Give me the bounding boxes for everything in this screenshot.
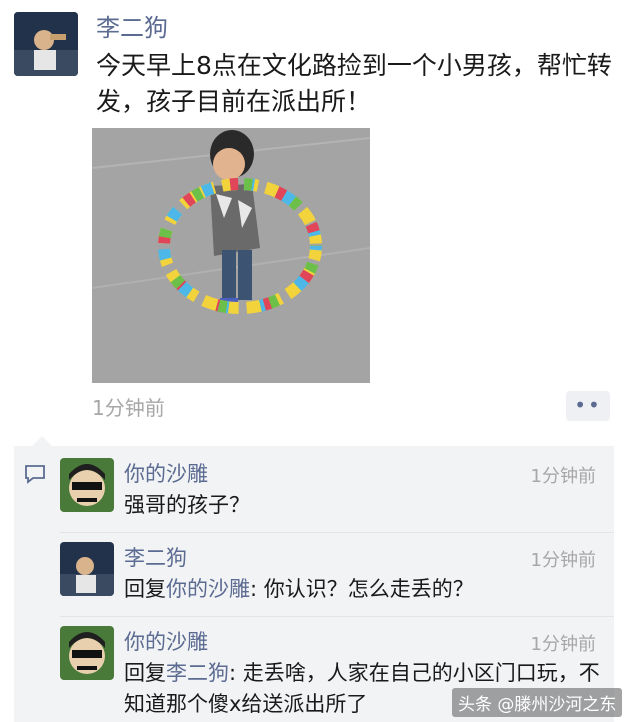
reply-body: : 你认识？怎么走丢的？ — [250, 577, 474, 601]
comment-author[interactable]: 你的沙雕 — [124, 458, 208, 488]
reply-to-name[interactable]: 你的沙雕 — [166, 577, 250, 601]
comment-avatar[interactable] — [60, 542, 114, 596]
comment-divider — [60, 616, 614, 617]
comments-panel: 你的沙雕 1分钟前 强哥的孩子？ 李二狗 1分钟前 回复你的沙雕: 你认识？怎么… — [14, 436, 614, 722]
reply-prefix: 回复 — [124, 577, 166, 601]
comment-author[interactable]: 李二狗 — [124, 542, 187, 572]
post-time: 1分钟前 — [92, 396, 165, 420]
comment-time: 1分钟前 — [530, 466, 596, 487]
comment-avatar[interactable] — [60, 626, 114, 680]
comment-time: 1分钟前 — [530, 550, 596, 571]
comment-time: 1分钟前 — [530, 634, 596, 655]
comment-author[interactable]: 你的沙雕 — [124, 626, 208, 656]
reply-prefix: 回复 — [124, 661, 166, 685]
comment-divider — [60, 532, 614, 533]
post-photo[interactable] — [92, 128, 370, 383]
comment-text: 回复你的沙雕: 你认识？怎么走丢的？ — [124, 574, 474, 605]
post-text: 今天早上8点在文化路捡到一个小男孩，帮忙转发，孩子目前在派出所！ — [96, 51, 612, 116]
poster-name[interactable]: 李二狗 — [96, 8, 168, 43]
reply-to-name[interactable]: 李二狗 — [166, 661, 229, 685]
comment-icon — [25, 465, 45, 484]
comment-avatar[interactable] — [60, 458, 114, 512]
more-actions-button[interactable]: •• — [566, 391, 610, 421]
comment-text: 强哥的孩子？ — [124, 493, 250, 517]
watermark: 头条 @滕州沙河之东 — [452, 688, 623, 717]
poster-avatar[interactable] — [14, 12, 78, 76]
